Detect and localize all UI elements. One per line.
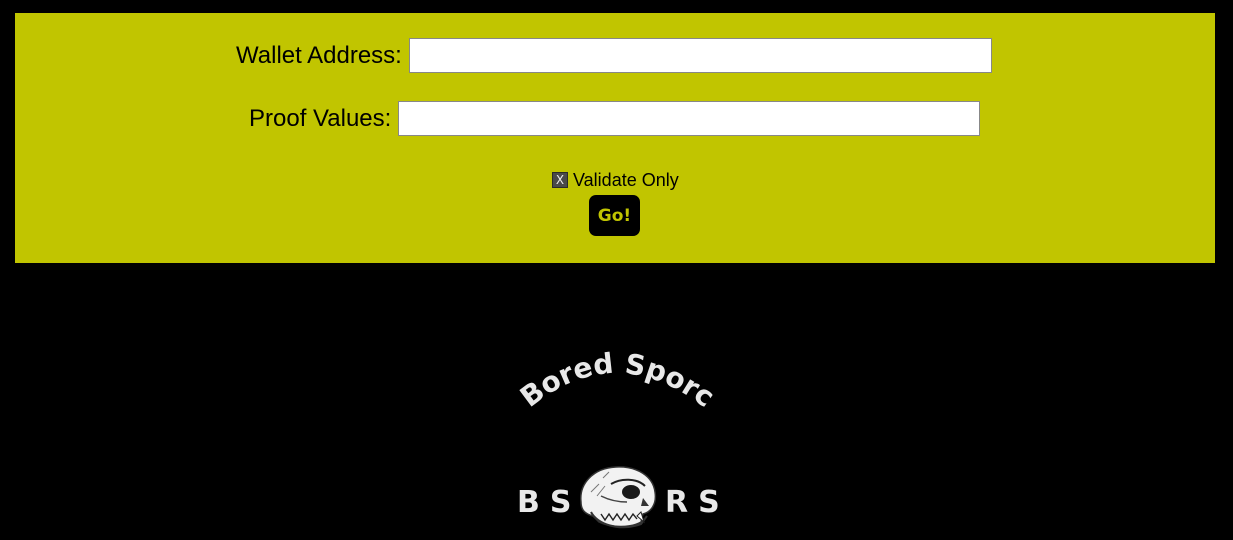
logo-arc-text: Bored Sporc xyxy=(514,347,721,414)
bored-sporc-logo: Bored Sporc BS RS xyxy=(505,340,725,540)
wallet-address-input[interactable] xyxy=(408,38,992,73)
form-panel: Wallet Address: Proof Values: X Validate… xyxy=(15,13,1215,263)
validate-only-checkbox[interactable]: X xyxy=(552,172,568,188)
wallet-address-label: Wallet Address: xyxy=(236,41,402,69)
proof-values-input[interactable] xyxy=(398,101,981,136)
wallet-address-row: Wallet Address: xyxy=(236,38,992,73)
validate-only-label: Validate Only xyxy=(573,169,679,190)
logo-initials-right: RS xyxy=(665,485,730,520)
proof-values-label: Proof Values: xyxy=(249,104,392,132)
go-button[interactable]: Go! xyxy=(589,195,640,236)
logo-arc-title: Bored Sporc xyxy=(514,347,721,414)
proof-values-row: Proof Values: xyxy=(249,101,981,136)
validate-only-row: X Validate Only xyxy=(552,170,679,190)
skull-icon xyxy=(580,466,657,529)
